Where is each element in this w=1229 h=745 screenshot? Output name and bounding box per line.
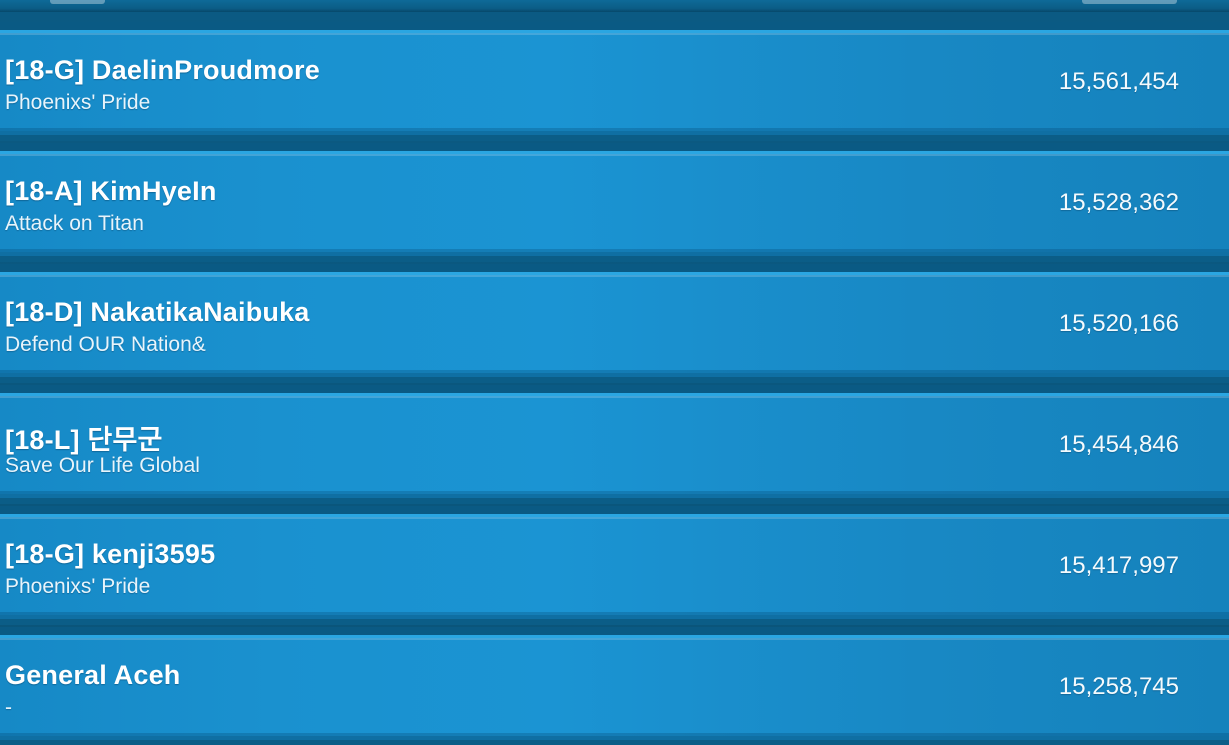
player-name: General Aceh xyxy=(5,660,181,690)
player-name: [18-A] KimHyeIn xyxy=(5,176,217,206)
player-score: 15,454,846 xyxy=(1058,431,1179,458)
alliance-name: Save Our Life Global xyxy=(5,454,200,477)
leaderboard-row[interactable]: [18-A] KimHyeIn Attack on Titan 15,528,3… xyxy=(0,151,1229,256)
leaderboard: [18-G] DaelinProudmore Phoenixs' Pride 1… xyxy=(0,0,1229,745)
player-name: [18-D] NakatikaNaibuka xyxy=(5,297,310,327)
player-score: 15,520,166 xyxy=(1058,310,1179,337)
leaderboard-row[interactable]: [18-D] NakatikaNaibuka Defend OUR Nation… xyxy=(0,272,1229,377)
alliance-name: Phoenixs' Pride xyxy=(5,575,151,598)
leaderboard-list[interactable]: [18-G] DaelinProudmore Phoenixs' Pride 1… xyxy=(0,0,1229,745)
player-name: [18-L] 단무군 xyxy=(5,425,163,455)
alliance-name: - xyxy=(5,696,12,719)
player-name: [18-G] kenji3595 xyxy=(5,539,216,569)
player-score: 15,528,362 xyxy=(1058,189,1179,216)
alliance-name: Phoenixs' Pride xyxy=(5,91,151,114)
leaderboard-row[interactable]: [18-G] kenji3595 Phoenixs' Pride 15,417,… xyxy=(0,514,1229,619)
player-name: [18-G] DaelinProudmore xyxy=(5,55,320,85)
leaderboard-row[interactable]: [18-L] 단무군 Save Our Life Global 15,454,8… xyxy=(0,393,1229,498)
player-score: 15,417,997 xyxy=(1058,552,1179,579)
leaderboard-row[interactable]: General Aceh - 15,258,745 xyxy=(0,635,1229,740)
leaderboard-row[interactable]: [18-G] DaelinProudmore Phoenixs' Pride 1… xyxy=(0,30,1229,135)
alliance-name: Attack on Titan xyxy=(5,212,144,235)
player-score: 15,561,454 xyxy=(1058,68,1179,95)
player-score: 15,258,745 xyxy=(1058,673,1179,700)
alliance-name: Defend OUR Nation& xyxy=(5,333,206,356)
